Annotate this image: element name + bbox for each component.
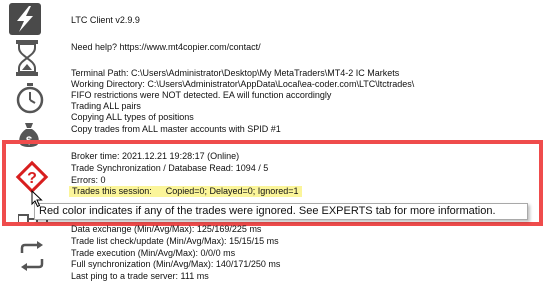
trading-pairs: Trading ALL pairs — [71, 101, 141, 111]
clock-icon — [16, 82, 44, 116]
ignored-trades-tooltip: Red color indicates if any of the trades… — [34, 203, 528, 220]
errors-count: Errors: 0 — [71, 175, 106, 185]
fifo-status: FIFO restrictions were NOT detected. EA … — [71, 90, 332, 100]
stat-full-sync: Full synchronization (Min/Avg/Max): 140/… — [71, 259, 281, 269]
trade-sync: Trade Synchronization / Database Read: 1… — [71, 163, 269, 173]
position-types: Copying ALL types of positions — [71, 112, 194, 122]
lightning-logo-icon — [8, 2, 42, 38]
stat-last-ping: Last ping to a trade server: 111 ms — [71, 271, 209, 281]
session-trades[interactable]: Trades this session: Copied=0; Delayed=0;… — [69, 186, 302, 197]
sync-icon — [17, 241, 47, 273]
hourglass-icon — [15, 39, 39, 79]
master-accounts: Copy trades from ALL master accounts wit… — [71, 124, 281, 134]
stat-trade-list: Trade list check/update (Min/Avg/Max): 1… — [71, 236, 279, 246]
mouse-cursor-icon — [31, 189, 43, 210]
broker-time: Broker time: 2021.12.21 19:28:17 (Online… — [71, 151, 240, 161]
working-directory: Working Directory: C:\Users\Administrato… — [71, 79, 415, 89]
stat-data-exchange: Data exchange (Min/Avg/Max): 125/169/225… — [71, 224, 262, 234]
app-title: LTC Client v2.9.9 — [71, 15, 140, 25]
help-link[interactable]: Need help? https://www.mt4copier.com/con… — [71, 42, 261, 53]
terminal-path: Terminal Path: C:\Users\Administrator\De… — [71, 68, 400, 78]
session-trades-label: Trades this session: — [72, 186, 152, 196]
stat-trade-execution: Trade execution (Min/Avg/Max): 0/0/0 ms — [71, 248, 236, 258]
session-trades-values: Copied=0; Delayed=0; Ignored=1 — [165, 186, 299, 196]
